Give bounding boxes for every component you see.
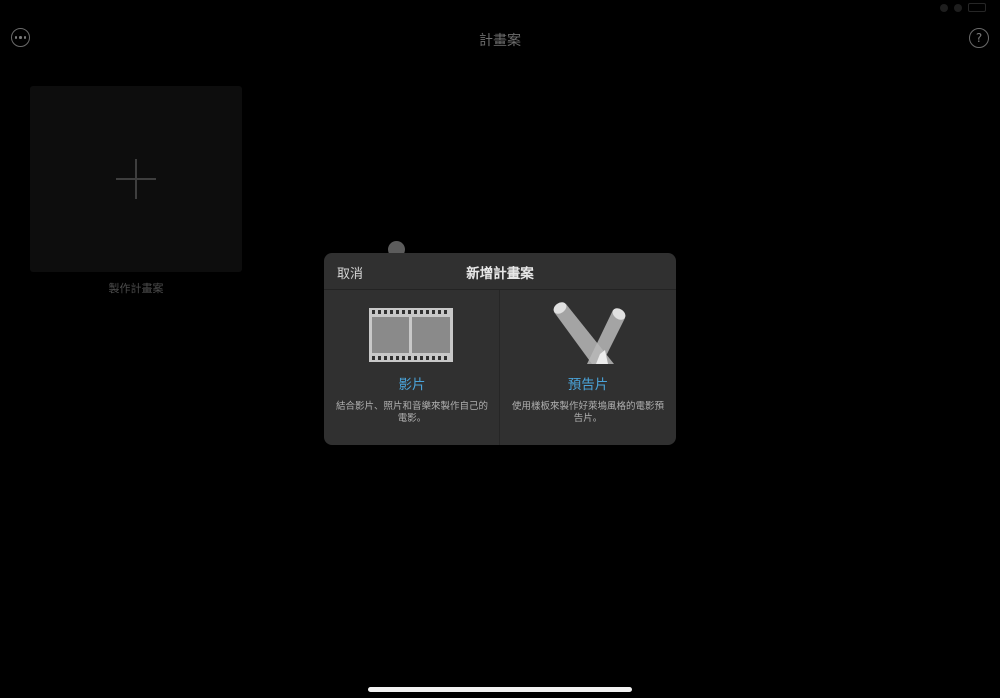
wifi-icon bbox=[940, 3, 948, 12]
movie-option-description: 結合影片、照片和音樂來製作自己的電影。 bbox=[335, 401, 488, 424]
movie-option[interactable]: 影片 結合影片、照片和音樂來製作自己的電影。 bbox=[324, 290, 500, 445]
question-mark-icon: ? bbox=[975, 31, 983, 45]
trailer-option-label: 預告片 bbox=[567, 377, 609, 393]
page-title: 計畫案 bbox=[479, 33, 521, 49]
status-bar bbox=[0, 0, 1000, 14]
movie-option-label: 影片 bbox=[398, 377, 426, 393]
create-project-label: 製作計畫案 bbox=[108, 282, 164, 295]
help-button[interactable]: ? bbox=[969, 28, 989, 48]
film-strip-icon bbox=[369, 308, 453, 362]
battery-icon bbox=[968, 3, 986, 12]
plus-icon bbox=[116, 159, 156, 199]
trailer-option-description: 使用樣板來製作好萊塢風格的電影預告片。 bbox=[511, 401, 664, 424]
spotlights-icon bbox=[553, 302, 626, 364]
dialog-header: 取消 新增計畫案 bbox=[324, 253, 676, 290]
status-indicators bbox=[940, 3, 986, 12]
trailer-option[interactable]: 預告片 使用樣板來製作好萊塢風格的電影預告片。 bbox=[500, 290, 676, 445]
new-project-dialog: 取消 新增計畫案 影片 結合影片、照片和音樂來製作自己的電影。 預告片 使用樣板… bbox=[324, 253, 676, 445]
dialog-title: 新增計畫案 bbox=[466, 266, 534, 282]
create-project-tile[interactable] bbox=[30, 86, 242, 272]
signal-icon bbox=[954, 3, 962, 12]
home-indicator[interactable] bbox=[368, 687, 632, 692]
